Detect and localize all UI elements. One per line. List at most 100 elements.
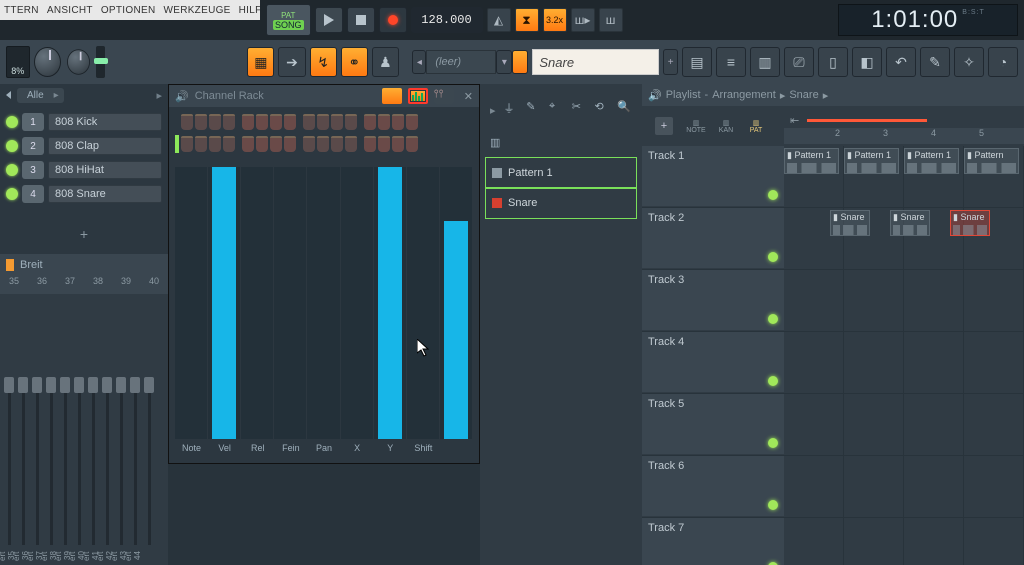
mixer-strip[interactable] <box>73 298 85 545</box>
sound-icon[interactable]: 🔊 <box>175 90 189 103</box>
render-button[interactable]: ✧ <box>954 47 984 77</box>
step-cell[interactable] <box>345 114 357 130</box>
channel-number[interactable]: 2 <box>22 137 44 155</box>
step-cell[interactable] <box>195 136 207 152</box>
channel-row[interactable]: 1 808 Kick <box>6 110 162 134</box>
pattern-dd2[interactable] <box>512 50 528 74</box>
pencil-icon[interactable]: ✎ <box>526 100 541 120</box>
step-sequencer[interactable] <box>175 111 423 155</box>
playlist-track[interactable]: Track 3 <box>642 270 1024 332</box>
step-cell[interactable] <box>242 136 254 152</box>
graph-column[interactable] <box>208 167 241 439</box>
channel-name[interactable]: 808 HiHat <box>48 161 162 179</box>
step-cell[interactable] <box>270 114 282 130</box>
step-cell[interactable] <box>256 136 268 152</box>
track-led[interactable] <box>768 314 778 324</box>
pattern-prev[interactable]: ◂ <box>412 50 426 74</box>
view-plugin-button[interactable]: ◧ <box>852 47 882 77</box>
view-stepseq-button[interactable]: ▦ <box>247 47 274 77</box>
channel-number[interactable]: 4 <box>22 185 44 203</box>
track-header[interactable]: Track 2 <box>642 208 784 269</box>
zoom-icon[interactable]: 🔍 <box>617 100 632 120</box>
piano-icon[interactable]: ▥ <box>490 136 500 148</box>
playlist-clip[interactable]: ▮ Pattern 1 <box>904 148 959 174</box>
master-pitch-knob[interactable] <box>67 49 90 75</box>
browser-filter[interactable]: Alle <box>17 88 64 103</box>
master-level[interactable]: 8% <box>6 46 30 78</box>
step-cell[interactable] <box>331 114 343 130</box>
view-mixer-button[interactable]: ⎚ <box>784 47 814 77</box>
view-channelrack-button[interactable]: ▥ <box>750 47 780 77</box>
magnet-icon[interactable]: ⏚ <box>504 100 519 120</box>
track-led[interactable] <box>768 190 778 200</box>
arrangement-label[interactable]: Arrangement <box>712 89 776 101</box>
mixer-strip[interactable] <box>129 298 141 545</box>
zoom-handle-icon[interactable]: ⇤ <box>790 114 799 127</box>
pat-song-switch[interactable]: PAT SONG <box>266 4 311 36</box>
mixer-strip[interactable] <box>101 298 113 545</box>
countdown-icon[interactable]: 3.2x <box>543 8 567 32</box>
mixer-strip[interactable] <box>115 298 127 545</box>
playlist-clip[interactable]: ▮ Pattern 1 <box>844 148 899 174</box>
graph-editor[interactable] <box>175 167 473 439</box>
channel-row[interactable]: 4 808 Snare <box>6 182 162 206</box>
chevron-right-icon[interactable]: ▸ <box>490 104 496 117</box>
playlist-clip[interactable]: ▮ Pattern 1 <box>784 148 839 174</box>
add-channel-button[interactable]: + <box>0 222 168 246</box>
master-volume-knob[interactable] <box>34 47 61 77</box>
playlist-titlebar[interactable]: 🔊 Playlist - Arrangement ▸ Snare ▸ <box>642 84 1024 106</box>
step-cell[interactable] <box>364 114 376 130</box>
playlist-track[interactable]: Track 6 <box>642 456 1024 518</box>
mixer-strip[interactable] <box>3 298 15 545</box>
play-button[interactable] <box>315 7 343 33</box>
mute-icon[interactable]: ⟲ <box>595 100 610 120</box>
pattern-list[interactable]: Pattern 1 Snare <box>480 158 642 218</box>
playlist-zoom-bar[interactable]: ⇤ <box>784 114 1024 126</box>
track-led[interactable] <box>768 438 778 448</box>
pattern-list-item[interactable]: Pattern 1 <box>486 158 636 188</box>
step-cell[interactable] <box>392 136 404 152</box>
main-menu-bar[interactable]: TTERN ANSICHT OPTIONEN WERKZEUGE HILFE <box>0 0 260 20</box>
playlist-selected-pattern[interactable]: Snare <box>789 89 818 101</box>
playlist-track[interactable]: Track 1 ▮ Pattern 1▮ Pattern 1▮ Pattern … <box>642 146 1024 208</box>
step-cell[interactable] <box>317 136 329 152</box>
tempo-display[interactable]: 128.000 <box>411 7 483 33</box>
step-cell[interactable] <box>181 114 193 130</box>
rack-view1[interactable] <box>382 88 402 104</box>
playlist-clip[interactable]: ▮ Pattern <box>964 148 1019 174</box>
track-lane[interactable]: ▮ Pattern 1▮ Pattern 1▮ Pattern 1▮ Patte… <box>784 146 1024 207</box>
step-cell[interactable] <box>303 136 315 152</box>
chevron-right-icon[interactable]: ▸ <box>156 89 162 102</box>
track-header[interactable]: Track 6 <box>642 456 784 517</box>
step-cell[interactable] <box>331 136 343 152</box>
graph-column[interactable] <box>175 167 208 439</box>
menu-item[interactable]: WERKZEUGE <box>159 5 234 16</box>
pattern-name-input[interactable]: Snare <box>532 49 659 75</box>
midi-button[interactable]: ♟ <box>372 47 399 77</box>
channel-led[interactable] <box>6 140 18 152</box>
pattern-selector-text[interactable]: (leer) <box>426 50 496 74</box>
pattern-add[interactable]: + <box>663 49 678 75</box>
close-icon[interactable]: ✕ <box>464 90 473 103</box>
sound-icon[interactable]: 🔊 <box>648 89 662 102</box>
mixer-strip-area[interactable]: 353637383940 ert 35ert 36ert 37ert 38ert… <box>0 276 168 565</box>
collapse-icon[interactable] <box>6 91 11 99</box>
step-cell[interactable] <box>317 114 329 130</box>
step-cell[interactable] <box>406 114 418 130</box>
metronome-icon[interactable]: ◭ <box>487 8 511 32</box>
playlist-mode-note[interactable]: ▥NOTE <box>681 114 711 138</box>
graph-column[interactable] <box>274 167 307 439</box>
snap-button[interactable]: ➔ <box>278 47 305 77</box>
track-lane[interactable] <box>784 456 1024 517</box>
step-cell[interactable] <box>364 136 376 152</box>
step-row[interactable] <box>175 133 423 155</box>
track-header[interactable]: Track 1 <box>642 146 784 207</box>
channel-name[interactable]: 808 Clap <box>48 137 162 155</box>
step-cell[interactable] <box>195 114 207 130</box>
menu-item[interactable]: TTERN <box>0 5 43 16</box>
graph-column[interactable] <box>241 167 274 439</box>
track-lane[interactable] <box>784 270 1024 331</box>
step-cell[interactable] <box>223 114 235 130</box>
channel-name[interactable]: 808 Snare <box>48 185 162 203</box>
pattern-list-item[interactable]: Snare <box>486 188 636 218</box>
